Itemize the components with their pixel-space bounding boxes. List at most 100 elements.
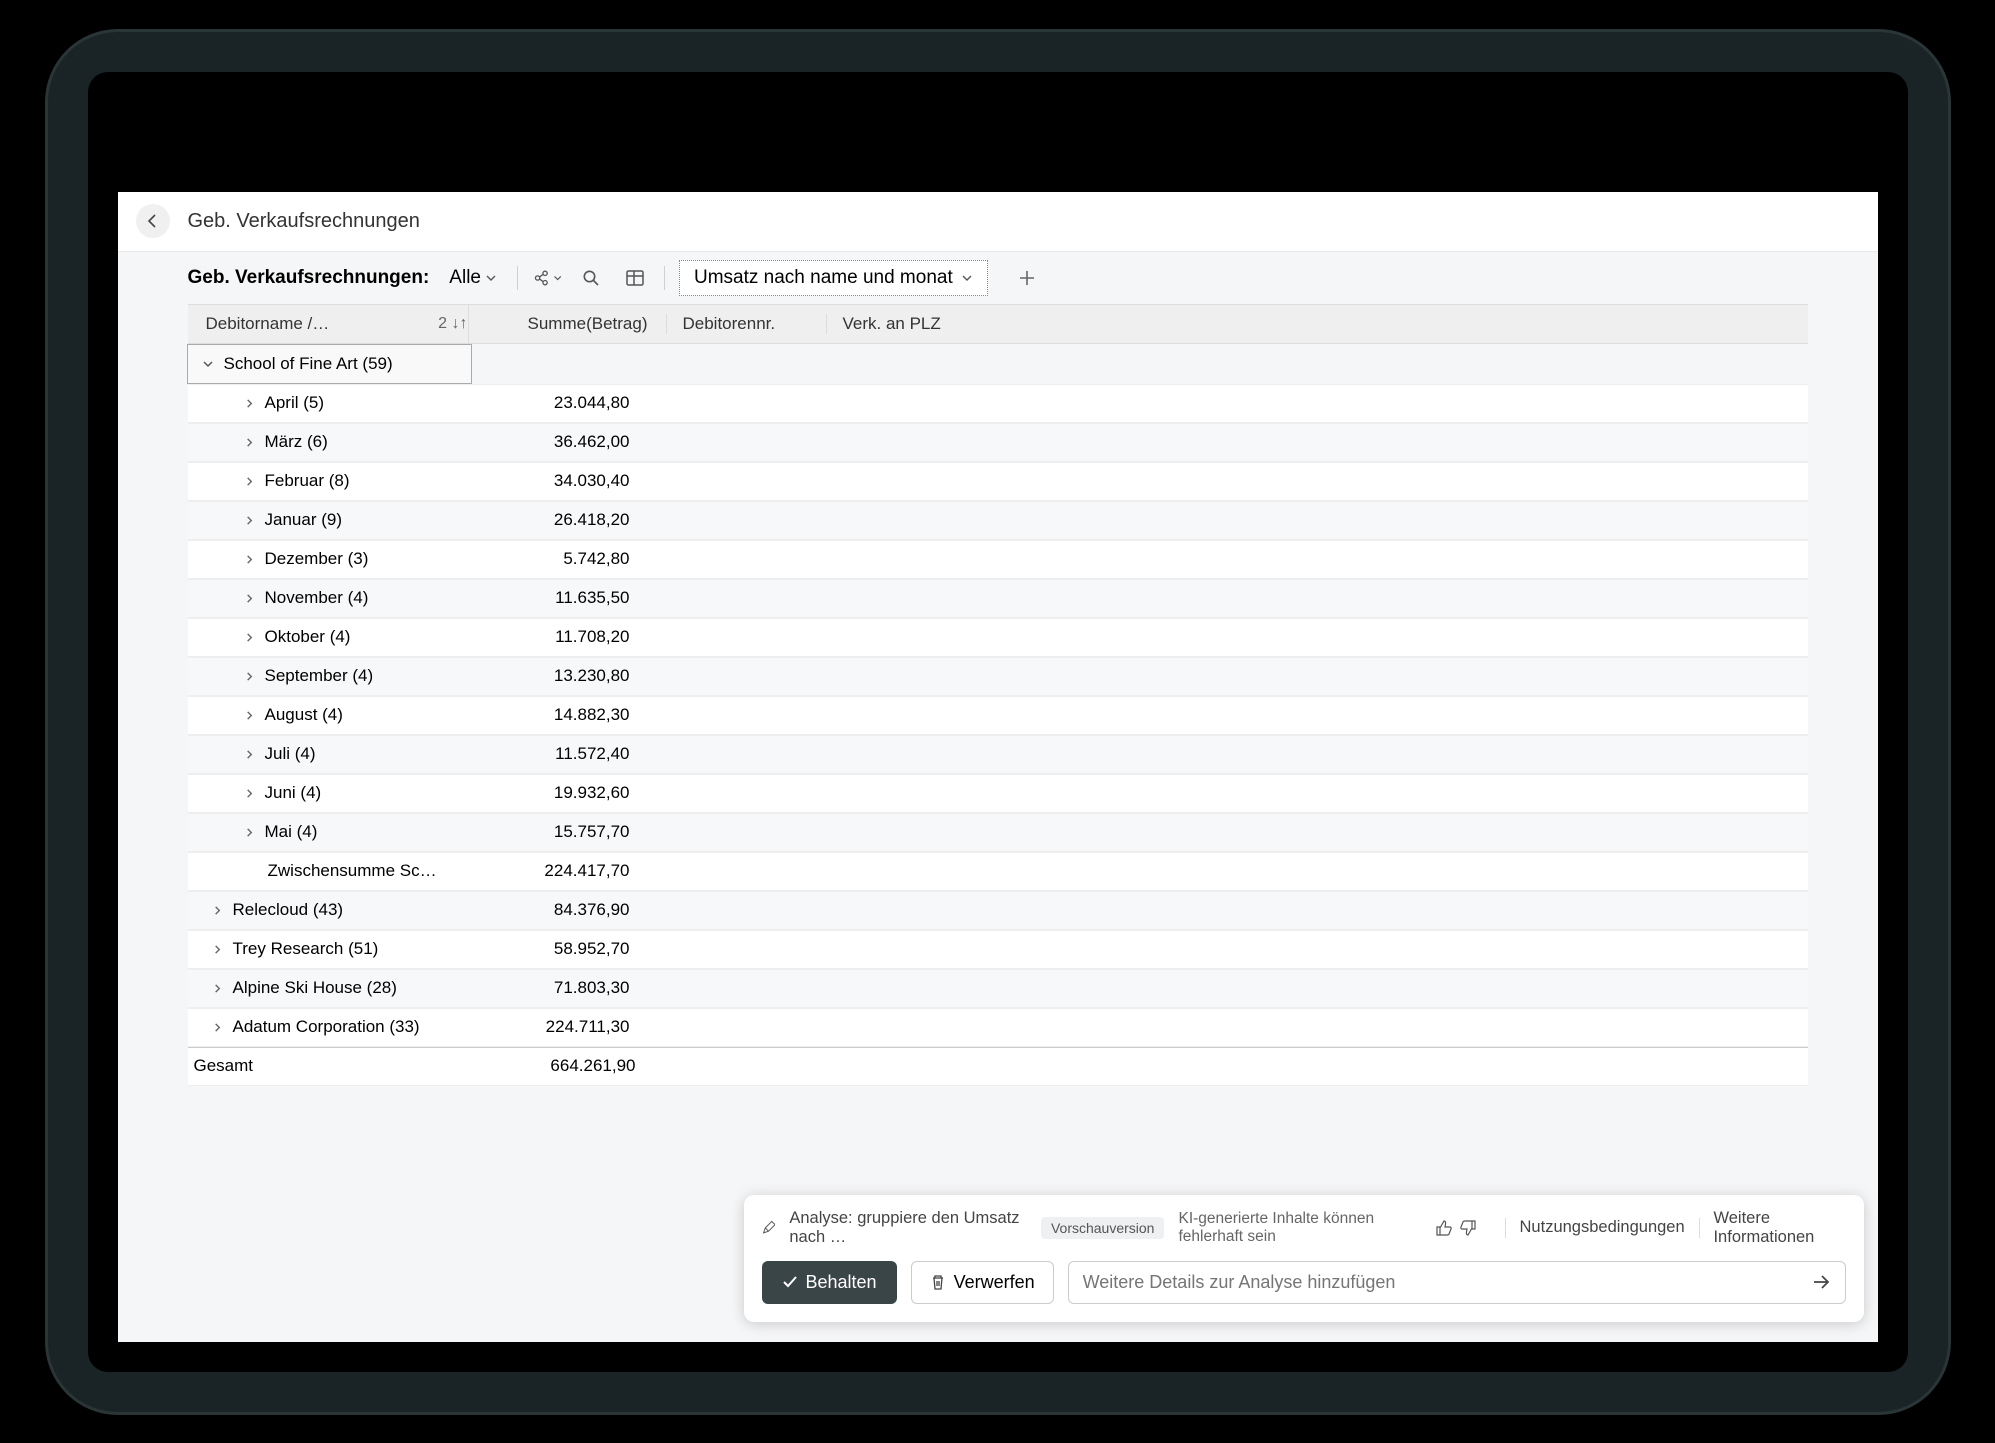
table-row[interactable]: April (5) 23.044,80 (188, 384, 1808, 423)
chevron-down-icon (553, 273, 562, 283)
arrow-right-icon (1811, 1272, 1831, 1292)
table-header: Debitorname /… 2 ↓↑ Summe(Betrag) Debito… (188, 304, 1808, 344)
row-sum: 14.882,30 (468, 705, 648, 725)
analysis-description: Analyse: gruppiere den Umsatz nach … (789, 1209, 1027, 1247)
analysis-tab-label: Umsatz nach name und monat (694, 267, 953, 289)
table-row[interactable]: Alpine Ski House (28)71.803,30 (188, 969, 1808, 1008)
total-label: Gesamt (194, 1056, 254, 1076)
keep-button[interactable]: Behalten (762, 1261, 897, 1304)
sort-indicator: 2 ↓↑ (438, 315, 467, 333)
table-row[interactable]: Oktober (4)11.708,20 (188, 618, 1808, 657)
table-row[interactable]: August (4) 14.882,30 (188, 696, 1808, 735)
row-label: August (4) (265, 705, 343, 725)
page-title: Geb. Verkaufsrechnungen (188, 210, 420, 233)
tablet-frame: Geb. Verkaufsrechnungen Geb. Verkaufsrec… (48, 32, 1948, 1412)
chevron-right-icon (244, 398, 255, 409)
prompt-input[interactable] (1083, 1272, 1811, 1293)
table-row[interactable]: November (4)11.635,50 (188, 579, 1808, 618)
thumbs-up-icon (1435, 1219, 1453, 1237)
terms-link[interactable]: Nutzungsbedingungen (1520, 1218, 1685, 1237)
chevron-down-icon (485, 272, 497, 284)
total-value: 664.261,90 (474, 1056, 654, 1076)
row-sum: 11.572,40 (468, 744, 648, 764)
chevron-down-icon (961, 272, 973, 284)
chevron-right-icon (244, 788, 255, 799)
chevron-right-icon (244, 671, 255, 682)
table-row[interactable]: Januar (9)26.418,20 (188, 501, 1808, 540)
prompt-input-wrapper[interactable] (1068, 1261, 1846, 1304)
table-row[interactable]: Adatum Corporation (33)224.711,30 (188, 1008, 1808, 1047)
search-button[interactable] (576, 263, 606, 293)
analysis-mode-button[interactable] (620, 263, 650, 293)
table-row[interactable]: September (4)13.230,80 (188, 657, 1808, 696)
discard-button[interactable]: Verwerfen (911, 1261, 1054, 1304)
row-sum: 11.635,50 (468, 588, 648, 608)
tablet-screen: Geb. Verkaufsrechnungen Geb. Verkaufsrec… (88, 72, 1908, 1372)
add-tab-button[interactable] (1002, 269, 1052, 287)
row-label: April (5) (265, 393, 325, 413)
share-button[interactable] (532, 263, 562, 293)
chevron-right-icon (212, 1022, 223, 1033)
row-sum: 36.462,00 (468, 432, 648, 452)
ai-disclaimer: KI-generierte Inhalte können fehlerhaft … (1178, 1210, 1420, 1246)
chevron-right-icon (244, 437, 255, 448)
filter-dropdown[interactable]: Alle (443, 263, 503, 293)
toolbar: Geb. Verkaufsrechnungen: Alle Umsatz nac… (188, 252, 1808, 304)
row-label: Juli (4) (265, 744, 316, 764)
group-row-school-of-fine-art[interactable]: School of Fine Art (59) (187, 344, 472, 384)
column-header-name[interactable]: Debitorname /… 2 ↓↑ (188, 314, 468, 334)
table-row[interactable]: Dezember (3) 5.742,80 (188, 540, 1808, 579)
chevron-right-icon (212, 983, 223, 994)
row-sum: 11.708,20 (468, 627, 648, 647)
table-row[interactable]: März (6) 36.462,00 (188, 423, 1808, 462)
subtotal-value: 224.417,70 (468, 861, 648, 881)
more-info-link[interactable]: Weitere Informationen (1713, 1209, 1845, 1247)
check-icon (782, 1274, 798, 1290)
content-area: Geb. Verkaufsrechnungen: Alle Umsatz nac… (118, 252, 1878, 1342)
preview-badge: Vorschauversion (1041, 1217, 1165, 1239)
chevron-right-icon (212, 944, 223, 955)
share-icon (532, 268, 551, 288)
row-label: Trey Research (51) (233, 939, 379, 959)
row-label: Alpine Ski House (28) (233, 978, 397, 998)
thumbs-up-button[interactable] (1435, 1219, 1453, 1237)
chevron-right-icon (244, 827, 255, 838)
row-label: September (4) (265, 666, 374, 686)
column-header-sum[interactable]: Summe(Betrag) (486, 314, 666, 334)
group-label: School of Fine Art (59) (224, 354, 393, 374)
table-icon (625, 268, 645, 288)
table-row[interactable]: Februar (8)34.030,40 (188, 462, 1808, 501)
pencil-icon (762, 1219, 776, 1236)
chevron-right-icon (212, 905, 223, 916)
row-label: Dezember (3) (265, 549, 369, 569)
row-sum: 23.044,80 (468, 393, 648, 413)
arrow-left-icon (145, 213, 161, 229)
table-row[interactable]: Trey Research (51)58.952,70 (188, 930, 1808, 969)
table-row[interactable]: Relecloud (43)84.376,90 (188, 891, 1808, 930)
table-row[interactable]: Mai (4)15.757,70 (188, 813, 1808, 852)
chevron-right-icon (244, 749, 255, 760)
subtotal-label: Zwischensumme Sc… (268, 861, 437, 881)
table-row[interactable]: Juli (4) 11.572,40 (188, 735, 1808, 774)
column-header-debitor-no[interactable]: Debitorennr. (666, 314, 826, 334)
row-sum: 5.742,80 (468, 549, 648, 569)
search-icon (581, 268, 601, 288)
chevron-right-icon (244, 476, 255, 487)
toolbar-label: Geb. Verkaufsrechnungen: (188, 267, 430, 289)
chevron-right-icon (244, 554, 255, 565)
thumbs-down-button[interactable] (1459, 1219, 1477, 1237)
chevron-right-icon (244, 515, 255, 526)
row-sum: 26.418,20 (468, 510, 648, 530)
row-label: März (6) (265, 432, 328, 452)
row-label: Juni (4) (265, 783, 322, 803)
column-header-plz[interactable]: Verk. an PLZ (826, 314, 986, 334)
row-label: Adatum Corporation (33) (233, 1017, 420, 1037)
analysis-tab[interactable]: Umsatz nach name und monat (679, 260, 988, 296)
total-row: Gesamt 664.261,90 (188, 1047, 1808, 1086)
back-button[interactable] (136, 204, 170, 238)
app-header: Geb. Verkaufsrechnungen (118, 192, 1878, 252)
copilot-info-bar: Analyse: gruppiere den Umsatz nach … Vor… (762, 1209, 1846, 1247)
table-row[interactable]: Juni (4)19.932,60 (188, 774, 1808, 813)
filter-value: Alle (449, 267, 481, 289)
submit-button[interactable] (1811, 1272, 1831, 1292)
